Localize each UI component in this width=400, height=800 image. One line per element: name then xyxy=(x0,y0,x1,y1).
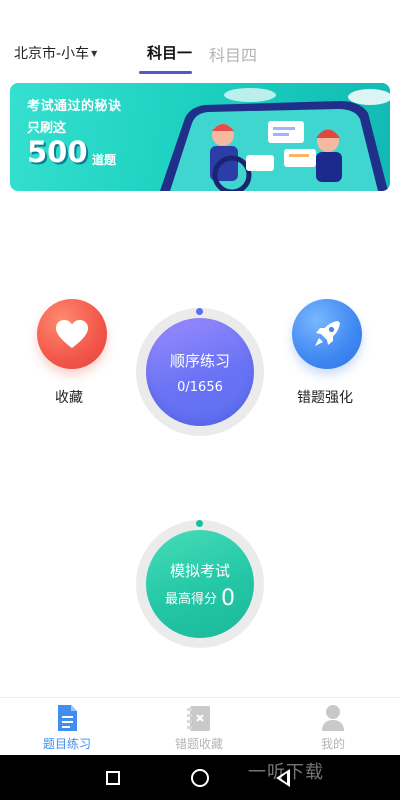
city-selector[interactable]: 北京市-小车 ▼ xyxy=(14,43,97,63)
user-icon xyxy=(322,705,344,731)
chevron-down-icon: ▼ xyxy=(91,48,98,58)
progress-dot xyxy=(196,308,203,315)
document-icon xyxy=(58,705,77,731)
tab-subject-one[interactable]: 科目一 xyxy=(147,42,192,63)
active-tab-indicator xyxy=(139,71,192,74)
tab-subject-four-label: 科目四 xyxy=(209,46,258,65)
mock-exam-title: 模拟考试 xyxy=(169,562,230,580)
tab-mine[interactable]: 我的 xyxy=(283,704,383,752)
tab-subject-four[interactable]: 科目四 xyxy=(209,42,257,66)
best-score-row: 最高得分 0 xyxy=(146,586,254,611)
wrong-review-label[interactable]: 错题强化 xyxy=(297,387,353,407)
sequential-practice-progress: 0/1656 xyxy=(177,380,223,395)
promo-banner[interactable]: 考试通过的秘诀 只刷这 500 道题 xyxy=(10,83,390,191)
sequential-practice-title: 顺序练习 xyxy=(169,352,230,370)
banner-line1: 考试通过的秘诀 xyxy=(27,99,122,114)
best-score-label: 最高得分 xyxy=(164,592,217,607)
recent-apps-icon[interactable] xyxy=(106,771,120,785)
tab-question-practice-label: 题目练习 xyxy=(42,737,91,751)
tab-subject-one-label: 科目一 xyxy=(147,44,193,62)
home-icon[interactable] xyxy=(191,769,209,787)
city-label: 北京市-小车 xyxy=(14,46,90,62)
tab-question-practice[interactable]: 题目练习 xyxy=(17,704,117,752)
system-nav-bar xyxy=(0,755,400,800)
favorite-label[interactable]: 收藏 xyxy=(55,387,83,407)
wrong-review-button[interactable] xyxy=(292,299,362,369)
banner-line2: 只刷这 xyxy=(27,121,67,136)
bottom-tab-bar: 题目练习 错题收藏 我的 xyxy=(0,697,400,755)
top-header: 北京市-小车 ▼ 科目一 科目四 xyxy=(0,28,400,76)
best-score-value: 0 xyxy=(221,586,235,611)
mock-exam-button[interactable]: 模拟考试 最高得分 0 xyxy=(146,530,254,638)
banner-number: 500 xyxy=(27,135,88,169)
folder-x-icon xyxy=(187,706,210,731)
sequential-practice-button[interactable]: 顺序练习 0/1656 xyxy=(146,318,254,426)
tab-mine-label: 我的 xyxy=(320,737,345,751)
exam-dot xyxy=(196,520,203,527)
sequential-practice-ring: 顺序练习 0/1656 xyxy=(136,308,264,436)
rocket-icon xyxy=(315,321,340,346)
watermark-text: 一听下载 xyxy=(248,762,324,783)
heart-icon xyxy=(56,320,88,348)
tab-wrong-favorites-label: 错题收藏 xyxy=(174,737,223,751)
banner-unit: 道题 xyxy=(92,153,117,167)
tab-wrong-favorites[interactable]: 错题收藏 xyxy=(149,704,249,752)
favorite-button[interactable] xyxy=(37,299,107,369)
mock-exam-ring: 模拟考试 最高得分 0 xyxy=(136,520,264,648)
